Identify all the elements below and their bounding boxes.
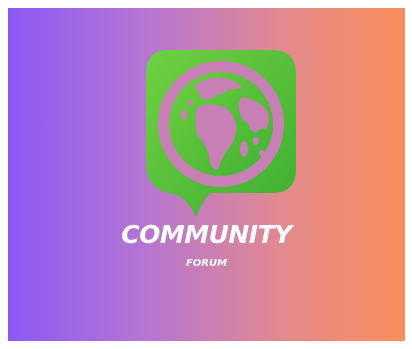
speech-bubble-globe-icon (138, 45, 302, 225)
logo-subtitle: FORUM (185, 258, 228, 269)
logo-canvas: COMMUNITY FORUM (8, 8, 405, 341)
logo-title: COMMUNITY (121, 220, 292, 249)
